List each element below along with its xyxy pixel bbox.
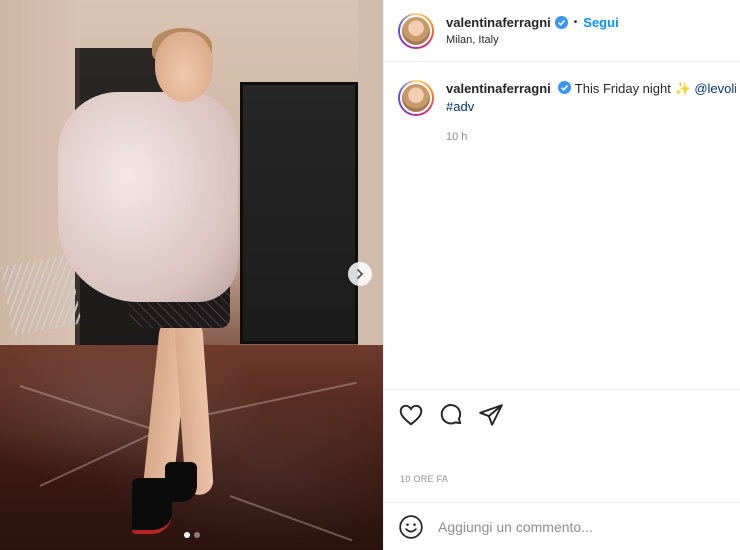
separator-dot: • — [573, 17, 578, 28]
caption-hashtag-link[interactable]: #adv — [446, 99, 474, 114]
photo-face — [155, 32, 213, 102]
avatar[interactable] — [398, 80, 434, 116]
sparkles-emoji: ✨ — [674, 81, 691, 96]
caption-timestamp: 10 h — [446, 131, 468, 143]
location-link[interactable]: Milan, Italy — [446, 34, 619, 46]
caption-text: This Friday night — [574, 81, 671, 96]
smiley-icon[interactable] — [398, 514, 424, 540]
caption-mention-link[interactable]: @levolie — [694, 81, 736, 96]
post-actions — [384, 389, 740, 440]
comment-input[interactable] — [438, 518, 688, 535]
chevron-right-icon — [357, 269, 364, 279]
photo-fur-coat — [58, 92, 238, 302]
caption: valentinaferragni This Friday night ✨ @l… — [384, 62, 740, 146]
paper-plane-icon[interactable] — [478, 402, 504, 428]
caption-username-link[interactable]: valentinaferragni — [446, 81, 551, 96]
photo-shoe — [165, 462, 197, 502]
instagram-post-view: valentinaferragni • Segui Milan, Italy v… — [0, 0, 740, 550]
comment-bubble-icon[interactable] — [438, 402, 464, 428]
avatar[interactable] — [398, 12, 434, 49]
comment-bar — [384, 502, 740, 550]
follow-button[interactable]: Segui — [583, 15, 618, 30]
photo-door-right — [240, 82, 358, 344]
carousel-dot — [193, 532, 200, 538]
verified-badge-icon — [554, 16, 568, 29]
post-side-panel: valentinaferragni • Segui Milan, Italy v… — [383, 0, 740, 550]
post-photo[interactable] — [0, 0, 383, 550]
carousel-dot-active — [183, 532, 190, 538]
username-link[interactable]: valentinaferragni — [446, 15, 551, 30]
post-age: 10 ORE FA — [400, 474, 449, 484]
photo-coat-fringe — [0, 254, 82, 336]
carousel-indicator — [0, 532, 383, 538]
photo-wall-right — [358, 0, 383, 360]
carousel-next-button[interactable] — [348, 262, 372, 286]
post-header: valentinaferragni • Segui Milan, Italy — [384, 0, 740, 62]
verified-badge-icon — [558, 81, 572, 94]
heart-icon[interactable] — [398, 402, 424, 428]
